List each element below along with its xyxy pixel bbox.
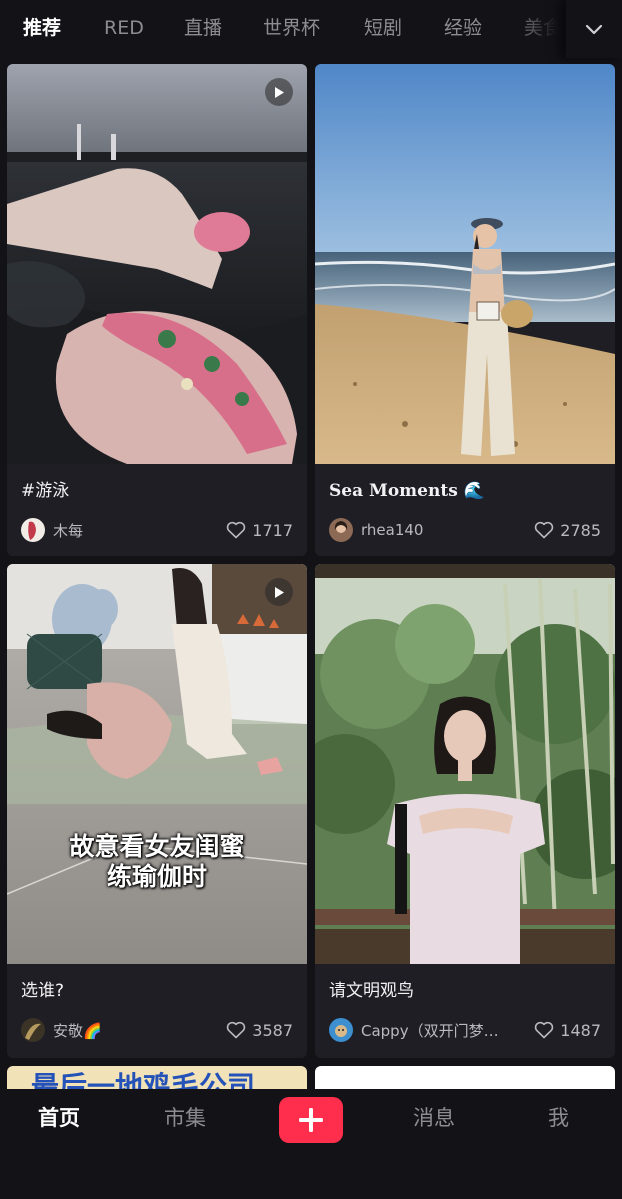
like-count: 3587 (252, 1020, 293, 1040)
avatar (21, 518, 45, 542)
like-count: 1487 (560, 1020, 601, 1040)
heart-icon (535, 521, 554, 539)
feed-card[interactable]: 故意看女友闺蜜 练瑜伽时 选谁? 安敬🌈 3587 (7, 564, 307, 1058)
author-name: 木每 (53, 521, 84, 540)
like-count: 1717 (252, 520, 293, 540)
video-caption: 故意看女友闺蜜 练瑜伽时 (7, 832, 307, 892)
tab-live[interactable]: 直播 (184, 14, 222, 42)
author[interactable]: 木每 (21, 517, 83, 543)
author[interactable]: Cappy（双开门梦… (329, 1017, 499, 1043)
video-caption-line: 练瑜伽时 (106, 862, 207, 891)
like-count: 2785 (560, 520, 601, 540)
cover-image-beach (315, 64, 615, 464)
avatar (21, 1018, 45, 1042)
avatar (329, 1018, 353, 1042)
chevron-down-icon (585, 24, 603, 35)
nav-market[interactable]: 市集 (164, 1103, 206, 1133)
bottom-nav: 首页 市集 消息 我 (0, 1089, 622, 1199)
plus-icon (299, 1108, 323, 1132)
card-title: 选谁? (21, 981, 65, 1001)
video-play-icon (265, 78, 293, 106)
like-button[interactable]: 1717 (226, 517, 293, 543)
tab-experience[interactable]: 经验 (444, 14, 482, 42)
card-title: #游泳 (21, 481, 70, 501)
publish-button[interactable] (279, 1097, 343, 1143)
like-button[interactable]: 2785 (534, 517, 601, 543)
tab-red[interactable]: RED (104, 14, 144, 42)
nav-home[interactable]: 首页 (38, 1103, 80, 1133)
author-name: Cappy（双开门梦… (361, 1021, 499, 1040)
tab-recommend[interactable]: 推荐 (23, 14, 61, 42)
card-title: Sea Moments 🌊 (329, 481, 485, 501)
video-caption-line: 故意看女友闺蜜 (69, 832, 245, 861)
author-name: rhea140 (361, 521, 424, 539)
nav-me[interactable]: 我 (548, 1103, 569, 1133)
top-tab-bar: 推荐 RED 直播 世界杯 短剧 经验 美食 (0, 0, 622, 58)
author-name: 安敬🌈 (53, 1021, 102, 1040)
heart-icon (227, 521, 246, 539)
feed-card[interactable]: 请文明观鸟 Cappy（双开门梦… 1487 (315, 564, 615, 1058)
author[interactable]: rhea140 (329, 517, 423, 543)
avatar (329, 518, 353, 542)
cover-image-bamboo (315, 564, 615, 964)
heart-icon (227, 1021, 246, 1039)
tab-short-drama[interactable]: 短剧 (364, 14, 402, 42)
video-play-icon (265, 578, 293, 606)
author[interactable]: 安敬🌈 (21, 1017, 102, 1043)
like-button[interactable]: 1487 (534, 1017, 601, 1043)
card-title: 请文明观鸟 (329, 981, 414, 1001)
tab-world-cup[interactable]: 世界杯 (263, 14, 320, 42)
channel-tabs: 推荐 RED 直播 世界杯 短剧 经验 美食 (0, 0, 566, 58)
cover-image-swimmer (7, 64, 307, 464)
feed-card[interactable]: #游泳 木每 1717 (7, 64, 307, 556)
tab-fade (510, 0, 566, 58)
cover-image-yoga: 故意看女友闺蜜 练瑜伽时 (7, 564, 307, 964)
more-tabs-button[interactable] (566, 0, 622, 58)
heart-icon (535, 1021, 554, 1039)
feed-card[interactable]: Sea Moments 🌊 rhea140 2785 (315, 64, 615, 556)
like-button[interactable]: 3587 (226, 1017, 293, 1043)
nav-messages[interactable]: 消息 (413, 1103, 455, 1133)
